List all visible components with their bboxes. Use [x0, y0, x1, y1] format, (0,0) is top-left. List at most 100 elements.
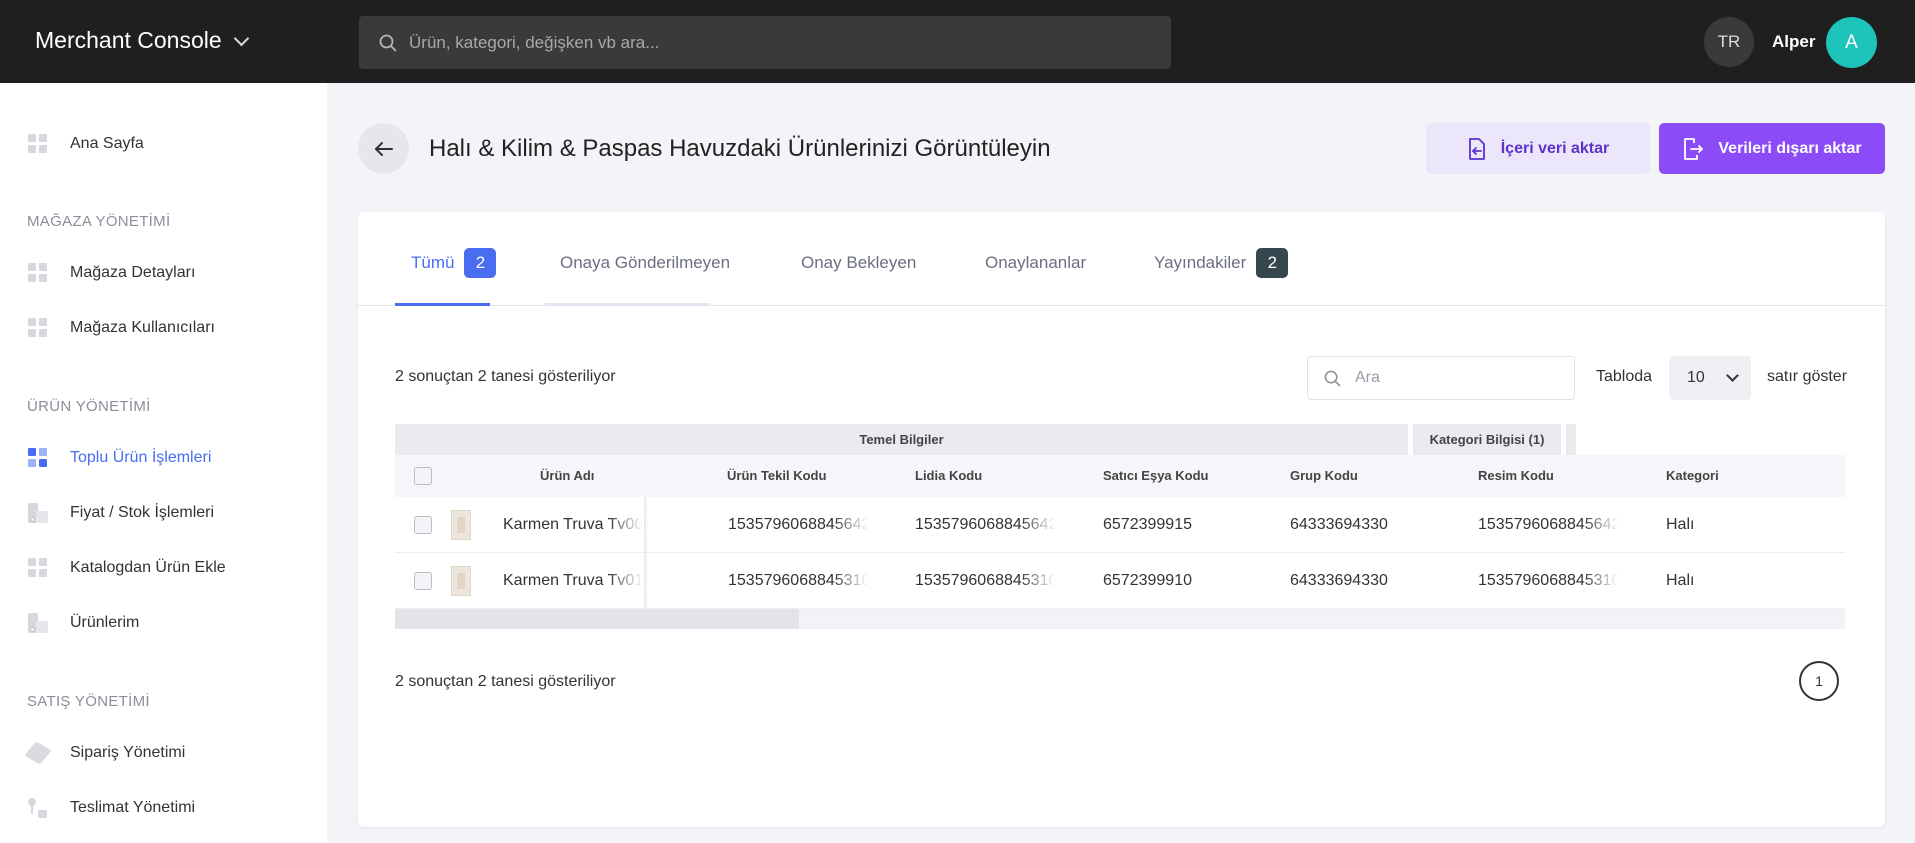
dashboard-icon: [28, 134, 48, 154]
column-header-product-name[interactable]: Ürün Adı: [540, 468, 594, 483]
section-title-products: ÜRÜN YÖNETİMİ: [27, 398, 151, 415]
rows-per-page-value: 10: [1687, 369, 1705, 386]
count-badge: 2: [464, 248, 497, 278]
table-search-input[interactable]: [1355, 369, 1555, 387]
back-button[interactable]: [358, 123, 409, 174]
tab-all[interactable]: Tümü 2: [411, 248, 497, 278]
pagination-page-1[interactable]: 1: [1799, 661, 1839, 701]
row-checkbox[interactable]: [414, 516, 432, 534]
group-header-category-info: Kategori Bilgisi (1): [1413, 424, 1561, 455]
sidebar-item-bulk-product-operations[interactable]: Toplu Ürün İşlemleri: [28, 448, 211, 468]
tab-not-submitted[interactable]: Onaya Gönderilmeyen: [560, 253, 730, 273]
chevron-down-icon: [1726, 369, 1739, 382]
category: Halı: [1666, 572, 1695, 589]
sidebar-item-store-details[interactable]: Mağaza Detayları: [28, 263, 195, 283]
tab-label: Onaylananlar: [985, 253, 1087, 272]
table-horizontal-scrollbar[interactable]: [395, 609, 1845, 629]
image-code: 1535796068845310: [1478, 572, 1618, 589]
sidebar-item-store-users[interactable]: Mağaza Kullanıcıları: [28, 318, 215, 338]
unique-code: 1535796068845642: [728, 516, 868, 533]
category: Halı: [1666, 516, 1695, 533]
column-header-seller-code[interactable]: Satıcı Eşya Kodu: [1103, 468, 1208, 483]
column-header-lidia-code[interactable]: Lidia Kodu: [915, 468, 982, 483]
sidebar-item-label: Ana Sayfa: [70, 135, 144, 152]
sidebar-item-label: Fiyat / Stok İşlemleri: [70, 504, 215, 521]
column-header-image-code[interactable]: Resim Kodu: [1478, 468, 1554, 483]
group-header-more: [1566, 424, 1576, 455]
tab-published[interactable]: Yayındakiler 2: [1154, 248, 1289, 278]
sidebar-item-add-from-catalog[interactable]: Katalogdan Ürün Ekle: [28, 558, 226, 578]
sidebar-item-home[interactable]: Ana Sayfa: [28, 134, 144, 154]
brand-switcher[interactable]: Merchant Console: [35, 27, 249, 54]
sidebar-item-label: Sipariş Yönetimi: [70, 744, 186, 761]
sidebar-item-label: Toplu Ürün İşlemleri: [70, 449, 212, 466]
results-summary-bottom: 2 sonuçtan 2 tanesi gösteriliyor: [395, 673, 616, 690]
seller-code: 6572399910: [1103, 572, 1192, 589]
avatar[interactable]: A: [1826, 17, 1877, 68]
unique-code: 1535796068845310: [728, 572, 868, 589]
dashboard-icon: [28, 318, 48, 338]
dashboard-icon: [28, 448, 48, 468]
rows-per-page-suffix: satır göster: [1767, 368, 1848, 385]
box-icon: [24, 741, 52, 765]
sidebar-item-order-management[interactable]: Sipariş Yönetimi: [24, 741, 186, 765]
sidebar-item-label: Mağaza Detayları: [70, 264, 196, 281]
seller-code: 6572399915: [1103, 516, 1192, 533]
dashboard-icon: [28, 263, 48, 283]
file-export-icon: [1684, 137, 1704, 160]
product-thumbnail[interactable]: [451, 510, 471, 540]
language-switcher[interactable]: TR: [1704, 17, 1754, 67]
sidebar-item-price-stock[interactable]: Fiyat / Stok İşlemleri: [28, 503, 214, 523]
price-tag-icon: [28, 503, 48, 523]
global-search-input[interactable]: [409, 32, 1109, 53]
image-code: 1535796068845642: [1478, 516, 1618, 533]
user-name[interactable]: Alper: [1772, 32, 1815, 52]
sidebar-item-delivery-management[interactable]: Teslimat Yönetimi: [28, 798, 195, 818]
export-data-button[interactable]: Verileri dışarı aktar: [1659, 123, 1885, 174]
export-data-label: Verileri dışarı aktar: [1718, 139, 1862, 157]
group-code: 64333694330: [1290, 516, 1388, 533]
group-header-basic-info: Temel Bilgiler: [395, 424, 1408, 455]
chevron-down-icon: [233, 30, 249, 47]
tab-label: Onay Bekleyen: [801, 253, 917, 272]
search-icon: [379, 34, 397, 51]
table-row[interactable]: Karmen Truva Tv001a Krem 153579606884564…: [395, 497, 1845, 553]
product-name[interactable]: Karmen Truva Tv001a Krem: [503, 516, 643, 534]
sticky-column-shadow: [644, 497, 648, 609]
sidebar-item-label: Teslimat Yönetimi: [70, 799, 196, 816]
group-code: 64333694330: [1290, 572, 1388, 589]
active-tab-indicator: [395, 303, 490, 306]
lidia-code: 1535796068845642-4: [915, 516, 1055, 533]
column-header-group-code[interactable]: Grup Kodu: [1290, 468, 1358, 483]
results-summary-top: 2 sonuçtan 2 tanesi gösteriliyor: [395, 368, 616, 385]
column-header-unique-code[interactable]: Ürün Tekil Kodu: [727, 468, 826, 483]
search-icon: [1324, 370, 1341, 386]
page-title: Halı & Kilim & Paspas Havuzdaki Ürünleri…: [429, 135, 1051, 162]
tab-label: Onaya Gönderilmeyen: [560, 253, 731, 272]
tab-pending-approval[interactable]: Onay Bekleyen: [801, 253, 916, 273]
section-title-sales: SATIŞ YÖNETİMİ: [27, 693, 150, 710]
price-tag-icon: [28, 613, 48, 633]
tab-approved[interactable]: Onaylananlar: [985, 253, 1086, 273]
import-data-button[interactable]: İçeri veri aktar: [1426, 123, 1650, 174]
sidebar-item-label: Mağaza Kullanıcıları: [70, 319, 215, 336]
count-badge: 2: [1256, 248, 1289, 278]
tab-label: Tümü: [411, 253, 455, 272]
column-header-category[interactable]: Kategori: [1666, 468, 1719, 483]
rows-per-page-select[interactable]: 10: [1669, 356, 1751, 400]
arrow-left-icon: [374, 141, 393, 156]
brand-name: Merchant Console: [35, 27, 222, 53]
row-checkbox[interactable]: [414, 572, 432, 590]
select-all-checkbox[interactable]: [414, 467, 432, 485]
products-card: Tümü 2 Onaya Gönderilmeyen Onay Bekleyen…: [358, 212, 1885, 827]
table-search: [1307, 356, 1575, 400]
sidebar-item-my-products[interactable]: Ürünlerim: [28, 613, 139, 633]
hover-tab-indicator: [545, 303, 710, 306]
file-import-icon: [1468, 137, 1485, 160]
section-title-store: MAĞAZA YÖNETİMİ: [27, 213, 171, 230]
product-thumbnail[interactable]: [451, 566, 471, 596]
scrollbar-thumb[interactable]: [395, 609, 799, 629]
product-name[interactable]: Karmen Truva Tv011a Bej: [503, 572, 643, 590]
table-row[interactable]: Karmen Truva Tv011a Bej 1535796068845310…: [395, 553, 1845, 609]
import-data-label: İçeri veri aktar: [1500, 139, 1610, 157]
